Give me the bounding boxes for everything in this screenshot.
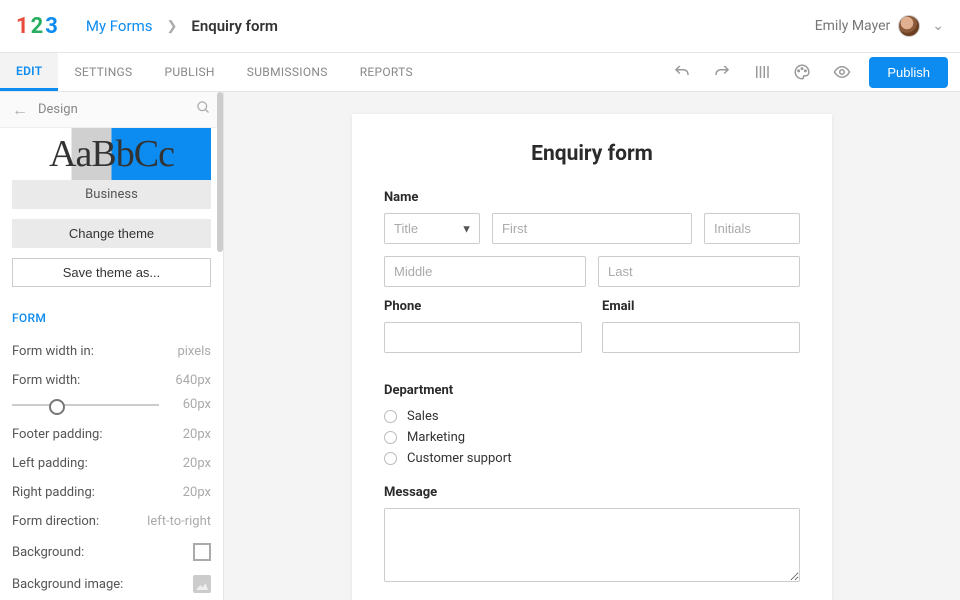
prop-label: Right padding: — [12, 485, 95, 500]
prop-right-padding[interactable]: Right padding: 20px — [12, 478, 211, 507]
radio-label: Customer support — [407, 451, 512, 466]
department-label: Department — [384, 383, 800, 398]
form-canvas: Enquiry form Name ▼ Phone — [352, 114, 832, 600]
department-option-marketing[interactable]: Marketing — [384, 427, 800, 448]
tab-edit[interactable]: EDIT — [0, 53, 58, 91]
prop-label: Form width in: — [12, 344, 94, 359]
prop-value: 640px — [175, 373, 211, 388]
name-middle-input[interactable] — [384, 256, 586, 287]
save-theme-as-button[interactable]: Save theme as... — [12, 258, 211, 287]
department-option-sales[interactable]: Sales — [384, 406, 800, 427]
name-last-input[interactable] — [598, 256, 800, 287]
canvas-area: Enquiry form Name ▼ Phone — [224, 92, 960, 600]
prop-background[interactable]: Background: — [12, 536, 211, 568]
grid-icon[interactable] — [749, 59, 775, 85]
form-title: Enquiry form — [384, 142, 800, 166]
phone-label: Phone — [384, 299, 582, 314]
theme-name: Business — [12, 180, 211, 209]
background-swatch[interactable] — [193, 543, 211, 561]
sidebar: ← Design AaBbCc Business Change theme Sa… — [0, 92, 224, 600]
undo-icon[interactable] — [669, 59, 695, 85]
chevron-right-icon: ❯ — [166, 19, 177, 34]
form-width-slider[interactable] — [12, 404, 159, 406]
email-input[interactable] — [602, 322, 800, 353]
radio-label: Sales — [407, 409, 439, 424]
slider-value: 60px — [169, 397, 211, 412]
tab-settings[interactable]: SETTINGS — [58, 53, 148, 91]
chevron-down-icon[interactable]: ⌄ — [932, 18, 944, 34]
search-icon[interactable] — [196, 100, 211, 119]
tabbar: EDIT SETTINGS PUBLISH SUBMISSIONS REPORT… — [0, 53, 960, 92]
palette-icon[interactable] — [789, 59, 815, 85]
prop-form-width-in[interactable]: Form width in: pixels — [12, 337, 211, 366]
image-icon[interactable] — [193, 575, 211, 593]
theme-preview: AaBbCc — [12, 128, 211, 180]
prop-left-padding[interactable]: Left padding: 20px — [12, 449, 211, 478]
prop-label: Form width: — [12, 373, 80, 388]
avatar[interactable] — [898, 15, 920, 37]
radio-icon — [384, 452, 397, 465]
prop-value: 20px — [183, 427, 211, 442]
prop-form-width[interactable]: Form width: 640px — [12, 366, 211, 395]
prop-label: Background image: — [12, 577, 123, 592]
prop-label: Footer padding: — [12, 427, 102, 442]
message-textarea[interactable] — [384, 508, 800, 582]
name-title-select[interactable] — [384, 213, 480, 244]
breadcrumb-current: Enquiry form — [191, 17, 278, 35]
section-form-label: FORM — [12, 311, 211, 325]
radio-icon — [384, 410, 397, 423]
logo[interactable]: 123 — [16, 14, 58, 39]
sidebar-scrollbar[interactable] — [217, 92, 223, 252]
radio-label: Marketing — [407, 430, 465, 445]
prop-value: pixels — [177, 344, 211, 359]
prop-value: 20px — [183, 485, 211, 500]
name-label: Name — [384, 190, 800, 205]
email-label: Email — [602, 299, 800, 314]
department-option-support[interactable]: Customer support — [384, 448, 800, 469]
prop-label: Form direction: — [12, 514, 99, 529]
tab-submissions[interactable]: SUBMISSIONS — [231, 53, 344, 91]
topbar: 123 My Forms ❯ Enquiry form Emily Mayer … — [0, 0, 960, 53]
publish-button[interactable]: Publish — [869, 57, 948, 88]
prop-background-image[interactable]: Background image: — [12, 568, 211, 600]
prop-form-direction[interactable]: Form direction: left-to-right — [12, 507, 211, 536]
change-theme-button[interactable]: Change theme — [12, 219, 211, 248]
prop-label: Left padding: — [12, 456, 88, 471]
sidebar-title: Design — [38, 102, 196, 117]
phone-input[interactable] — [384, 322, 582, 353]
prop-value: 20px — [183, 456, 211, 471]
tab-publish[interactable]: PUBLISH — [148, 53, 230, 91]
back-arrow-icon[interactable]: ← — [12, 100, 28, 120]
prop-label: Background: — [12, 545, 84, 560]
name-initials-input[interactable] — [704, 213, 800, 244]
prop-footer-padding[interactable]: Footer padding: 20px — [12, 420, 211, 449]
prop-value: left-to-right — [147, 514, 211, 529]
sidebar-header: ← Design — [0, 92, 223, 128]
redo-icon[interactable] — [709, 59, 735, 85]
breadcrumb: My Forms ❯ Enquiry form — [86, 17, 278, 35]
eye-icon[interactable] — [829, 59, 855, 85]
name-first-input[interactable] — [492, 213, 692, 244]
user-name[interactable]: Emily Mayer — [815, 18, 891, 34]
message-label: Message — [384, 485, 800, 500]
radio-icon — [384, 431, 397, 444]
tab-reports[interactable]: REPORTS — [344, 53, 429, 91]
breadcrumb-my-forms[interactable]: My Forms — [86, 17, 153, 35]
